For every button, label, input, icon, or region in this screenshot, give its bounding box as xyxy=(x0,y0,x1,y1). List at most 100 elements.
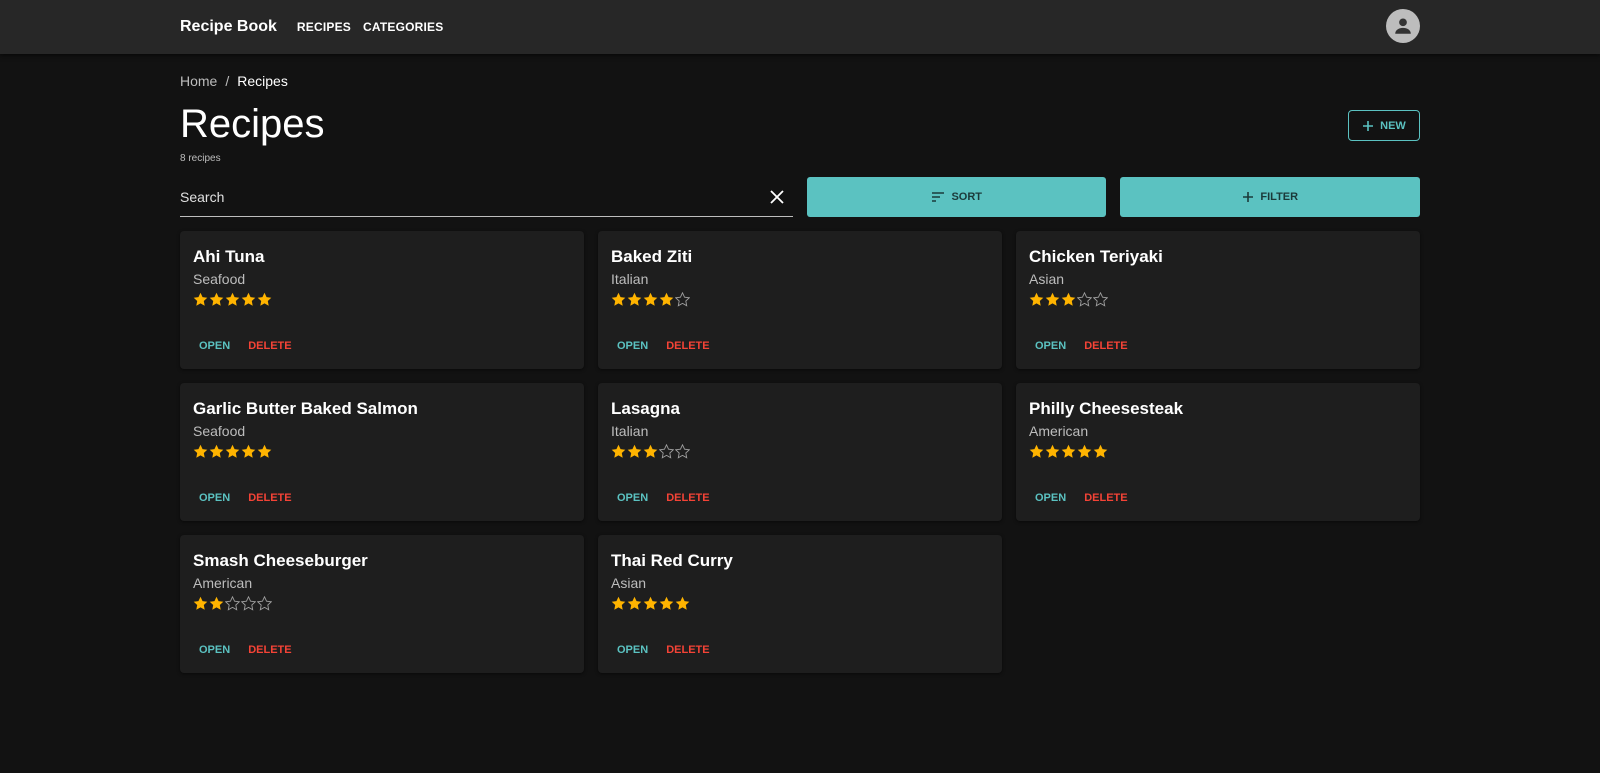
star-filled-icon xyxy=(627,292,642,306)
star-filled-icon xyxy=(225,444,240,458)
star-filled-icon xyxy=(643,596,658,610)
recipe-title: Chicken Teriyaki xyxy=(1029,247,1163,266)
open-button[interactable]: OPEN xyxy=(611,640,654,660)
recipe-category: Asian xyxy=(1029,271,1065,287)
star-filled-icon xyxy=(257,292,272,306)
nav-recipes[interactable]: RECIPES xyxy=(297,20,351,34)
delete-button[interactable]: DELETE xyxy=(1078,336,1133,356)
recipe-title: Ahi Tuna xyxy=(193,247,265,266)
card-actions: OPEN DELETE xyxy=(611,640,716,660)
close-icon[interactable] xyxy=(769,189,785,205)
star-filled-icon xyxy=(659,292,674,306)
card-actions: OPEN DELETE xyxy=(611,488,716,508)
filter-button-label: FILTER xyxy=(1260,191,1299,203)
card-actions: OPEN DELETE xyxy=(193,488,298,508)
star-empty-icon xyxy=(225,596,240,611)
breadcrumb: Home / Recipes xyxy=(180,71,1420,91)
card-actions: OPEN DELETE xyxy=(193,640,298,660)
star-filled-icon xyxy=(1077,444,1092,458)
new-recipe-button[interactable]: NEW xyxy=(1348,110,1420,141)
delete-button[interactable]: DELETE xyxy=(242,336,297,356)
recipe-count: 8 recipes xyxy=(180,153,221,164)
recipe-card: Lasagna Italian OPEN DELETE xyxy=(598,383,1002,521)
recipe-category: American xyxy=(1029,423,1089,439)
sort-button-label: SORT xyxy=(951,191,983,203)
open-button[interactable]: OPEN xyxy=(611,336,654,356)
card-actions: OPEN DELETE xyxy=(1029,488,1134,508)
star-filled-icon xyxy=(257,444,272,458)
star-filled-icon xyxy=(627,444,642,458)
delete-button[interactable]: DELETE xyxy=(1078,488,1133,508)
star-filled-icon xyxy=(1029,444,1044,458)
star-filled-icon xyxy=(241,292,256,306)
recipe-grid: Ahi Tuna Seafood OPEN DELETE Baked Ziti … xyxy=(180,231,1420,673)
star-filled-icon xyxy=(1045,444,1060,458)
star-empty-icon xyxy=(675,444,690,459)
rating-stars xyxy=(611,292,989,312)
recipe-card: Baked Ziti Italian OPEN DELETE xyxy=(598,231,1002,369)
sort-button[interactable]: SORT xyxy=(806,177,1107,217)
star-filled-icon xyxy=(241,444,256,458)
star-empty-icon xyxy=(241,596,256,611)
open-button[interactable]: OPEN xyxy=(193,336,236,356)
recipe-title: Philly Cheesesteak xyxy=(1029,399,1184,418)
app-bar: Recipe Book RECIPES CATEGORIES xyxy=(0,0,1600,54)
card-actions: OPEN DELETE xyxy=(1029,336,1134,356)
recipe-title: Lasagna xyxy=(611,399,680,418)
delete-button[interactable]: DELETE xyxy=(660,640,715,660)
breadcrumb-current: Recipes xyxy=(237,73,288,89)
search-input[interactable] xyxy=(180,177,740,216)
account-avatar[interactable] xyxy=(1386,9,1420,43)
recipe-card: Garlic Butter Baked Salmon Seafood OPEN … xyxy=(180,383,584,521)
recipe-category: Seafood xyxy=(193,423,246,439)
star-filled-icon xyxy=(1061,292,1076,306)
rating-stars xyxy=(611,444,989,464)
rating-stars xyxy=(1029,292,1407,312)
star-empty-icon xyxy=(659,444,674,459)
breadcrumb-home[interactable]: Home xyxy=(180,73,217,89)
star-empty-icon xyxy=(257,596,272,611)
star-filled-icon xyxy=(209,292,224,306)
star-filled-icon xyxy=(193,596,208,610)
star-filled-icon xyxy=(611,596,626,610)
delete-button[interactable]: DELETE xyxy=(242,488,297,508)
sort-icon xyxy=(932,192,945,202)
recipe-card: Ahi Tuna Seafood OPEN DELETE xyxy=(180,231,584,369)
new-button-label: NEW xyxy=(1380,119,1406,132)
delete-button[interactable]: DELETE xyxy=(242,640,297,660)
star-filled-icon xyxy=(643,292,658,306)
star-filled-icon xyxy=(225,292,240,306)
star-filled-icon xyxy=(209,596,224,610)
filter-button[interactable]: FILTER xyxy=(1120,177,1420,217)
star-filled-icon xyxy=(1029,292,1044,306)
star-filled-icon xyxy=(659,596,674,610)
open-button[interactable]: OPEN xyxy=(193,488,236,508)
star-filled-icon xyxy=(1093,444,1108,458)
page-header: Recipes 8 recipes NEW xyxy=(180,99,1420,173)
plus-icon xyxy=(1243,192,1254,202)
star-filled-icon xyxy=(627,596,642,610)
open-button[interactable]: OPEN xyxy=(193,640,236,660)
star-filled-icon xyxy=(193,292,208,306)
search-field xyxy=(180,177,793,217)
card-actions: OPEN DELETE xyxy=(193,336,298,356)
delete-button[interactable]: DELETE xyxy=(660,488,715,508)
rating-stars xyxy=(193,292,571,312)
recipe-title: Garlic Butter Baked Salmon xyxy=(193,399,418,418)
brand-title[interactable]: Recipe Book xyxy=(180,18,277,36)
recipe-category: Seafood xyxy=(193,271,246,287)
account-icon xyxy=(1395,18,1411,34)
delete-button[interactable]: DELETE xyxy=(660,336,715,356)
star-filled-icon xyxy=(209,444,224,458)
open-button[interactable]: OPEN xyxy=(611,488,654,508)
recipe-title: Baked Ziti xyxy=(611,247,693,266)
recipe-category: Italian xyxy=(611,423,649,439)
nav-categories[interactable]: CATEGORIES xyxy=(363,20,443,34)
rating-stars xyxy=(611,596,989,616)
plus-icon xyxy=(1363,120,1374,131)
card-actions: OPEN DELETE xyxy=(611,336,716,356)
recipe-card: Philly Cheesesteak American OPEN DELETE xyxy=(1016,383,1420,521)
star-filled-icon xyxy=(611,292,626,306)
open-button[interactable]: OPEN xyxy=(1029,336,1072,356)
open-button[interactable]: OPEN xyxy=(1029,488,1072,508)
